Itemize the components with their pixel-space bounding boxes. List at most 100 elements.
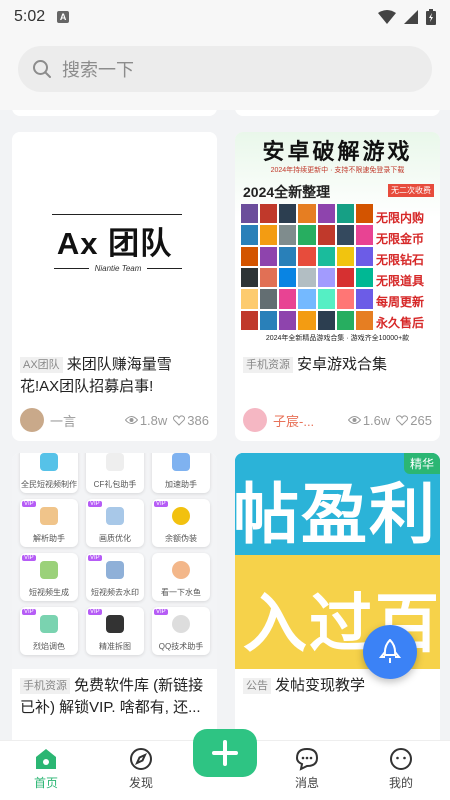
image-subtitle: Niantie Team — [94, 264, 142, 273]
status-bar: 5:02 A — [0, 0, 450, 34]
poster-line2: 2024全新整理 — [243, 184, 331, 200]
card-top-partial-right[interactable] — [235, 110, 440, 116]
battery-icon — [426, 9, 436, 25]
likes-stat[interactable]: 386 — [173, 413, 209, 428]
rocket-fab-button[interactable] — [363, 625, 417, 679]
poster-feature: 无限金币 — [376, 232, 425, 246]
app-tile: 看一下水鱼 — [152, 553, 210, 601]
notification-a-icon: A — [57, 11, 70, 23]
app-tile: 全民短视频制作 — [20, 453, 78, 493]
views-stat: 1.6w — [347, 412, 391, 428]
app-label: 全民短视频制作 — [21, 480, 77, 489]
post-title-text: 发帖变现教学 — [275, 677, 366, 694]
game-icon-grid — [241, 204, 373, 330]
card-top-partial-left[interactable] — [12, 110, 217, 116]
app-label: QQ技术助手 — [158, 642, 204, 651]
divider — [54, 268, 89, 269]
app-label: 加速助手 — [165, 480, 197, 489]
post-card[interactable]: Ax 团队 Niantie Team AX团队 来团队赚海量雪花!AX团队招募启事… — [12, 132, 217, 441]
app-tile: VIP QQ技术助手 — [152, 607, 210, 655]
app-tile: 加速助手 — [152, 453, 210, 493]
app-tile: VIP 余额伪装 — [152, 499, 210, 547]
post-image: 全民短视频制作 CF礼包助手 加速助手 VIP 解析助手 VIP 画质优化 VIP 余… — [12, 453, 217, 669]
views-count: 1.6w — [362, 412, 391, 428]
search-input[interactable]: 搜索一下 — [18, 46, 432, 92]
poster-footer: 2024年全新精品游戏合集 · 游戏齐全10000+款 — [265, 335, 410, 342]
plus-icon — [212, 740, 238, 766]
heart-icon — [173, 414, 186, 426]
poster-feature: 每周更新 — [376, 295, 425, 309]
eye-icon — [347, 416, 361, 424]
bottom-tab-bar: 首页 发现 消息 我的 — [0, 729, 450, 800]
app-label: 烈焰调色 — [33, 642, 65, 651]
views-count: 1.8w — [139, 412, 168, 428]
app-tile: CF礼包助手 — [86, 453, 144, 493]
post-title: 公告 发帖变现教学 — [243, 675, 432, 697]
post-title: 手机资源 免费软件库 (新链接已补) 解锁VIP. 啥都有, 还... — [20, 675, 209, 719]
tab-profile[interactable]: 我的 — [366, 741, 436, 800]
post-image: 安卓破解游戏 2024年持续更新中 · 支持不限速免登录下载 2024全新整理 … — [235, 132, 440, 346]
eye-icon — [124, 416, 138, 424]
wifi-icon — [378, 10, 396, 24]
app-tile: VIP 画质优化 — [86, 499, 144, 547]
heart-icon — [396, 414, 409, 426]
signal-icon — [404, 10, 418, 24]
post-title: AX团队 来团队赚海量雪花!AX团队招募启事! — [20, 354, 209, 398]
app-tile: VIP 精准拆图 — [86, 607, 144, 655]
avatar[interactable] — [20, 408, 44, 432]
image-subtitle-row: Niantie Team — [54, 264, 182, 273]
post-card[interactable]: 帖盈利 入过百 精华 公告 发帖变现教学 — [235, 453, 440, 740]
tab-label: 我的 — [388, 776, 413, 790]
app-label: 画质优化 — [99, 534, 131, 543]
app-tile: VIP 短视频去水印 — [86, 553, 144, 601]
post-meta: 一言 1.8w 386 — [20, 407, 209, 433]
poster-heading: 安卓破解游戏 — [262, 139, 413, 164]
poster-text-top: 帖盈利 — [235, 477, 437, 551]
poster-feature: 无限道具 — [376, 274, 425, 288]
post-tag: 手机资源 — [243, 357, 293, 373]
app-tile: VIP 烈焰调色 — [20, 607, 78, 655]
compass-icon — [130, 748, 152, 770]
likes-stat[interactable]: 265 — [396, 413, 432, 428]
image-title: Ax 团队 — [56, 226, 173, 261]
app-tile: VIP 短视频生成 — [20, 553, 78, 601]
app-label: 看一下水鱼 — [161, 588, 201, 597]
likes-count: 386 — [187, 412, 209, 428]
tab-label: 首页 — [33, 776, 58, 790]
poster-line1: 2024年持续更新中 · 支持不限速免登录下载 — [270, 167, 405, 174]
search-area: 搜索一下 — [0, 34, 450, 110]
status-time: 5:02 — [14, 8, 46, 25]
poster-features: 无限内购 无限金币 无限钻石 无限道具 每周更新 永久售后 — [376, 208, 436, 334]
app-label: 短视频去水印 — [91, 588, 139, 597]
search-placeholder: 搜索一下 — [62, 60, 134, 80]
post-card[interactable]: 全民短视频制作 CF礼包助手 加速助手 VIP 解析助手 VIP 画质优化 VIP 余… — [12, 453, 217, 740]
app-label: 余额伪装 — [165, 534, 197, 543]
message-icon — [295, 747, 319, 771]
post-card[interactable]: 安卓破解游戏 2024年持续更新中 · 支持不限速免登录下载 2024全新整理 … — [235, 132, 440, 441]
poster-feature: 无限钻石 — [376, 253, 425, 267]
poster-badge: 无二次收费 — [388, 184, 434, 197]
post-title: 手机资源 安卓游戏合集 — [243, 354, 432, 376]
poster-feature: 永久售后 — [376, 316, 425, 330]
profile-face-icon — [390, 748, 412, 770]
divider — [52, 214, 182, 215]
tab-label: 发现 — [128, 776, 153, 790]
likes-count: 265 — [410, 412, 432, 428]
search-icon — [33, 60, 51, 78]
add-post-button[interactable] — [193, 729, 257, 777]
post-title-text: 安卓游戏合集 — [297, 356, 388, 373]
rocket-icon — [379, 639, 401, 663]
tab-home[interactable]: 首页 — [11, 741, 81, 800]
poster-feature: 无限内购 — [376, 211, 425, 225]
divider — [147, 268, 182, 269]
post-meta: 子宸-... 1.6w 265 — [243, 407, 432, 433]
tab-label: 消息 — [294, 776, 319, 790]
tab-discover[interactable]: 发现 — [106, 741, 176, 800]
author-name[interactable]: 一言 — [50, 411, 119, 430]
post-tag: AX团队 — [20, 357, 63, 373]
tab-messages[interactable]: 消息 — [272, 741, 342, 800]
author-name[interactable]: 子宸-... — [273, 411, 342, 430]
app-label: 精准拆图 — [99, 642, 131, 651]
avatar[interactable] — [243, 408, 267, 432]
app-label: CF礼包助手 — [93, 480, 137, 489]
